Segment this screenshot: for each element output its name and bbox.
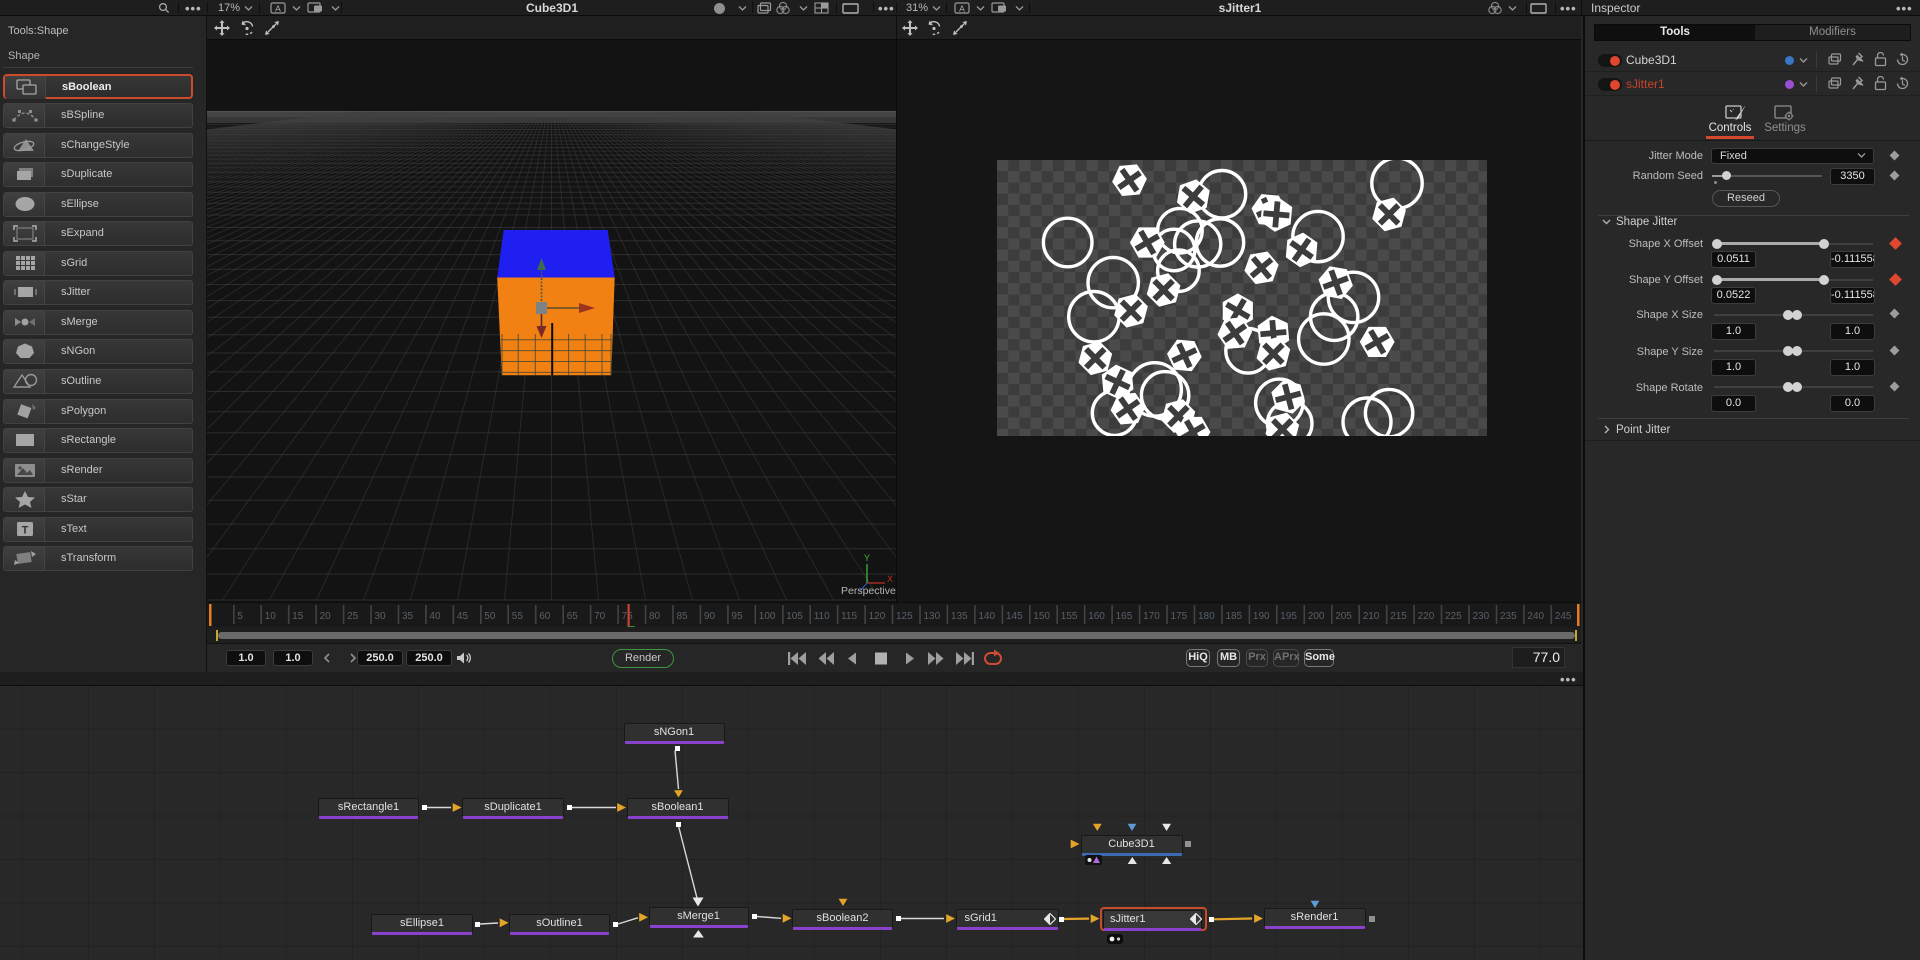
svg-text:90: 90 xyxy=(704,611,716,622)
svg-text:50: 50 xyxy=(484,611,496,622)
svg-text:210: 210 xyxy=(1363,611,1380,622)
svg-text:X: X xyxy=(887,574,893,584)
svg-text:135: 135 xyxy=(951,611,968,622)
svg-text:150: 150 xyxy=(1033,611,1050,622)
svg-text:170: 170 xyxy=(1143,611,1160,622)
svg-text:55: 55 xyxy=(512,611,524,622)
svg-text:20: 20 xyxy=(320,611,332,622)
svg-text:5: 5 xyxy=(237,611,243,622)
svg-text:115: 115 xyxy=(841,611,857,622)
svg-text:225: 225 xyxy=(1445,611,1462,622)
svg-text:Y: Y xyxy=(864,553,870,563)
svg-text:65: 65 xyxy=(567,611,579,622)
svg-text:85: 85 xyxy=(677,611,689,622)
svg-text:45: 45 xyxy=(457,611,469,622)
svg-text:220: 220 xyxy=(1418,611,1435,622)
svg-text:105: 105 xyxy=(786,611,803,622)
svg-text:145: 145 xyxy=(1006,611,1023,622)
svg-text:235: 235 xyxy=(1500,611,1517,622)
svg-text:125: 125 xyxy=(896,611,913,622)
svg-text:A: A xyxy=(275,3,281,13)
svg-text:245: 245 xyxy=(1555,611,1572,622)
svg-text:180: 180 xyxy=(1198,611,1215,622)
svg-text:215: 215 xyxy=(1390,611,1407,622)
svg-text:190: 190 xyxy=(1253,611,1270,622)
svg-text:240: 240 xyxy=(1527,611,1544,622)
svg-text:205: 205 xyxy=(1335,611,1352,622)
svg-text:80: 80 xyxy=(649,611,661,622)
svg-text:A: A xyxy=(959,3,965,13)
svg-text:195: 195 xyxy=(1280,611,1297,622)
svg-text:155: 155 xyxy=(1061,611,1078,622)
svg-text:130: 130 xyxy=(924,611,941,622)
svg-text:75: 75 xyxy=(622,611,634,622)
svg-text:Perspective: Perspective xyxy=(841,585,896,597)
svg-text:100: 100 xyxy=(759,611,776,622)
svg-text:35: 35 xyxy=(402,611,414,622)
svg-text:40: 40 xyxy=(429,611,441,622)
svg-text:200: 200 xyxy=(1308,611,1325,622)
svg-text:140: 140 xyxy=(978,611,995,622)
svg-text:70: 70 xyxy=(594,611,606,622)
svg-text:60: 60 xyxy=(539,611,551,622)
svg-text:185: 185 xyxy=(1226,611,1243,622)
svg-text:230: 230 xyxy=(1473,611,1490,622)
svg-text:120: 120 xyxy=(869,611,886,622)
svg-text:10: 10 xyxy=(265,611,277,622)
svg-text:175: 175 xyxy=(1171,611,1188,622)
svg-text:T: T xyxy=(22,524,29,536)
svg-text:25: 25 xyxy=(347,611,359,622)
svg-text:160: 160 xyxy=(1088,611,1105,622)
svg-text:15: 15 xyxy=(292,611,304,622)
svg-text:30: 30 xyxy=(375,611,387,622)
svg-text:165: 165 xyxy=(1116,611,1133,622)
svg-text:110: 110 xyxy=(814,611,830,622)
svg-text:95: 95 xyxy=(731,611,743,622)
